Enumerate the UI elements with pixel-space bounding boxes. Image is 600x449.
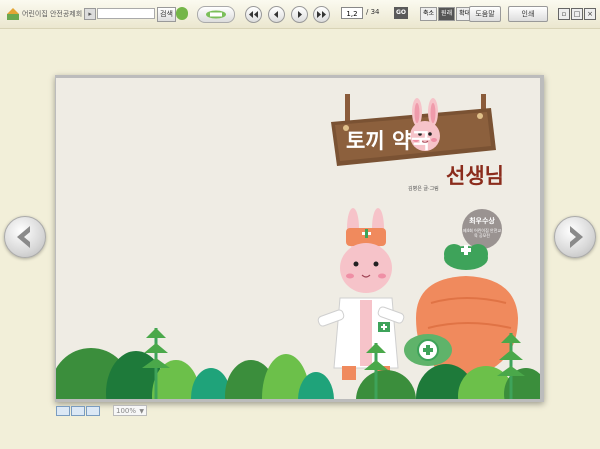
page-number-input[interactable]: 1,2 [341,7,363,19]
zoom-select[interactable]: 100% ▼ [113,405,147,416]
thumbnail-button[interactable] [86,406,100,416]
prev-spread-button[interactable] [4,216,46,258]
logo-icon [7,8,19,20]
help-button[interactable]: 도움말 [469,6,501,22]
minimize-button[interactable]: ▫ [558,8,570,20]
print-button[interactable]: 인쇄 [508,6,548,22]
close-button[interactable]: × [584,8,596,20]
book-icon [206,10,226,19]
search-input[interactable] [97,8,155,19]
chevron-down-icon: ▼ [139,408,144,415]
next-page-button[interactable] [291,6,308,23]
next-page-icon [298,11,302,18]
single-page-button[interactable] [56,406,70,416]
zoom-out-button[interactable]: 축소 [420,7,438,21]
zoom-value: 100% [116,407,137,415]
first-page-button[interactable] [245,6,262,23]
prev-page-icon [274,11,278,18]
search-button[interactable]: 검색 [157,7,176,22]
logo-text: 어린이집 안전공제회 [22,10,83,18]
cover-illustration [56,208,540,399]
zoom-fit-button[interactable]: 원래 [438,7,456,21]
view-mode-buttons [56,406,100,416]
logo: 어린이집 안전공제회 ▸ [6,6,97,22]
toolbar: 어린이집 안전공제회 ▸ 검색 1,2 / 34 GO 축소 원래 확대 도움말… [0,0,600,29]
zoom-controls: 축소 원래 확대 [420,7,474,21]
next-spread-button[interactable] [554,216,596,258]
last-page-button[interactable] [313,6,330,23]
chevron-left-icon [17,226,30,248]
double-page-button[interactable] [71,406,85,416]
book-cover: 토끼 약국 선생님 김병은 글·그림 최우수상 제4회 어린이집 안전교육 공모… [56,78,540,399]
chevron-right-icon [570,226,583,248]
book-viewer[interactable]: 토끼 약국 선생님 김병은 글·그림 최우수상 제4회 어린이집 안전교육 공모… [55,75,544,402]
logo-menu-button[interactable]: ▸ [84,8,97,20]
last-page-icon [317,11,326,18]
prev-page-button[interactable] [268,6,285,23]
view-toggle-button[interactable] [197,6,235,23]
leaf-icon[interactable] [176,7,188,20]
go-button[interactable]: GO [394,7,408,19]
first-page-icon [249,11,258,18]
page-total: / 34 [366,8,380,16]
maximize-button[interactable]: □ [571,8,583,20]
